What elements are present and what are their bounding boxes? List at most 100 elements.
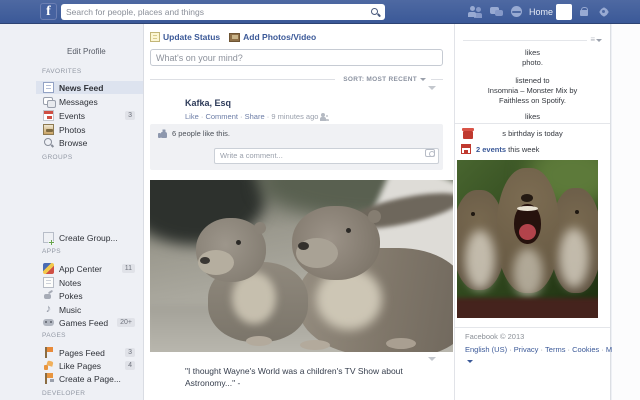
sidebar-item-pokes[interactable]: Pokes — [36, 289, 143, 302]
apps-header: APPS — [42, 248, 61, 255]
profile-avatar[interactable] — [556, 4, 572, 20]
sort-label: SORT: MOST RECENT — [343, 76, 417, 83]
thumbs-up-icon — [158, 129, 167, 138]
create-a-page-icon — [43, 373, 54, 384]
facebook-page: f Home Edit Profile FAVORITES News Feed … — [0, 0, 640, 400]
footer-link-terms[interactable]: Terms — [538, 345, 565, 354]
search-icon[interactable] — [370, 7, 380, 17]
sidebar-item-label: App Center — [59, 264, 102, 274]
footer-links: English (US)PrivacyTermsCookiesMore — [465, 344, 603, 367]
menu-lines-glyph: ≡ — [590, 36, 595, 44]
attach-photo-icon[interactable] — [425, 149, 435, 157]
edit-profile-link[interactable]: Edit Profile — [67, 47, 106, 56]
notes-icon — [43, 277, 54, 288]
ticker-story-line: listened to — [459, 76, 606, 86]
friend-requests-icon[interactable] — [468, 6, 483, 19]
post-menu-chevron[interactable] — [428, 86, 436, 90]
sidebar-item-create-group[interactable]: Create Group... — [36, 231, 143, 244]
footer-link-language[interactable]: English (US) — [465, 345, 507, 354]
update-status-button[interactable]: Update Status — [150, 32, 220, 42]
privacy-shortcuts-icon[interactable] — [580, 7, 595, 20]
sidebar-item-photos[interactable]: Photos — [36, 123, 143, 136]
sidebar-item-music[interactable]: ♪ Music — [36, 303, 143, 316]
sidebar-item-label: Browse — [59, 138, 87, 148]
news-feed-column: Update Status Add Photos/Video SORT: MOS… — [144, 24, 455, 400]
messages-icon[interactable] — [490, 6, 505, 19]
like-link[interactable]: Like — [185, 112, 199, 121]
footer-link-cookies[interactable]: Cookies — [565, 345, 599, 354]
events-count-link[interactable]: 2 events — [476, 145, 506, 154]
post-author-name[interactable]: Kafka, Esq — [185, 98, 231, 108]
status-composer-input[interactable] — [150, 49, 443, 66]
ticker-story-line: Insomnia – Monster Mix by — [459, 86, 606, 96]
photos-icon — [43, 124, 54, 135]
pokes-icon — [43, 290, 54, 301]
write-comment-input[interactable] — [214, 148, 439, 164]
sidebar-item-label: Music — [59, 305, 81, 315]
post-photo[interactable] — [150, 180, 453, 352]
share-link[interactable]: Share — [238, 112, 265, 121]
notifications-icon[interactable] — [511, 6, 526, 19]
comment-link[interactable]: Comment — [199, 112, 238, 121]
gear-icon[interactable] — [598, 6, 609, 17]
like-pages-badge: 4 — [125, 361, 135, 370]
quote-post-text: "I thought Wayne's World was a children'… — [185, 366, 437, 390]
news-feed-icon — [43, 82, 54, 93]
ticker-story[interactable]: likes — [459, 112, 606, 122]
status-note-icon — [150, 32, 160, 42]
events-row: 2 events this week — [461, 143, 606, 155]
post-timestamp[interactable]: 9 minutes ago — [265, 112, 319, 121]
search-bar[interactable] — [61, 4, 385, 20]
sidebar-item-label: Messages — [59, 97, 98, 107]
post-meta-row: Like Comment Share 9 minutes ago — [185, 112, 328, 121]
divider — [455, 327, 610, 328]
sidebar-photo[interactable] — [457, 160, 598, 318]
feed-sort-control[interactable]: SORT: MOST RECENT — [150, 75, 443, 84]
like-count-row: 6 people like this. — [158, 129, 230, 138]
sidebar-item-like-pages[interactable]: Like Pages 4 — [36, 359, 143, 372]
sidebar-item-label: Photos — [59, 125, 85, 135]
groups-header: GROUPS — [42, 154, 73, 161]
sidebar-item-browse[interactable]: Browse — [36, 136, 143, 149]
sidebar-item-label: Pages Feed — [59, 348, 105, 358]
sidebar-item-app-center[interactable]: App Center 11 — [36, 262, 143, 275]
top-navigation-bar: f Home — [0, 0, 640, 24]
search-input[interactable] — [66, 6, 370, 18]
add-photos-video-button[interactable]: Add Photos/Video — [229, 32, 316, 42]
ticker-story[interactable]: listened to Insomnia – Monster Mix by Fa… — [459, 76, 606, 105]
ticker-story[interactable]: likes photo. — [459, 48, 606, 68]
home-link[interactable]: Home — [529, 7, 553, 17]
games-feed-icon — [43, 317, 54, 328]
developer-header: DEVELOPER — [42, 390, 85, 397]
footer-link-privacy[interactable]: Privacy — [507, 345, 538, 354]
birthday-row[interactable]: s birthday is today — [461, 128, 604, 140]
sidebar-item-pages-feed[interactable]: Pages Feed 3 — [36, 346, 143, 359]
comment-field-wrap — [214, 145, 439, 161]
app-center-icon — [43, 263, 54, 274]
update-status-label: Update Status — [163, 32, 220, 42]
sidebar-item-label: Pokes — [59, 291, 83, 301]
sidebar-item-games-feed[interactable]: Games Feed 20+ — [36, 316, 143, 329]
audience-friends-icon — [318, 113, 328, 121]
like-count-text[interactable]: 6 people like this. — [172, 129, 230, 138]
post-author-avatar[interactable] — [150, 98, 178, 126]
ticker-options-icon[interactable]: ≡ — [590, 36, 602, 44]
pages-feed-icon — [43, 347, 54, 358]
ticker-story-line: Faithless on Spotify. — [459, 96, 606, 106]
facebook-logo[interactable]: f — [40, 3, 57, 20]
post-menu-chevron[interactable] — [428, 357, 436, 361]
sidebar-item-label: Like Pages — [59, 361, 101, 371]
sidebar-item-news-feed[interactable]: News Feed — [36, 81, 143, 94]
right-sidebar: ≡ likes photo. listened to Insomnia – Mo… — [455, 24, 611, 400]
ticker-header: ≡ — [463, 36, 602, 44]
sidebar-item-notes[interactable]: Notes — [36, 276, 143, 289]
gift-icon — [463, 128, 473, 139]
sidebar-item-events[interactable]: Events 3 — [36, 109, 143, 122]
create-group-icon — [43, 232, 54, 243]
add-photos-label: Add Photos/Video — [243, 32, 316, 42]
divider — [455, 123, 610, 124]
photo-camera-icon — [229, 33, 240, 42]
sidebar-item-create-a-page[interactable]: Create a Page... — [36, 372, 143, 385]
ticker-story-line: likes — [459, 112, 606, 122]
sidebar-item-messages[interactable]: Messages — [36, 95, 143, 108]
